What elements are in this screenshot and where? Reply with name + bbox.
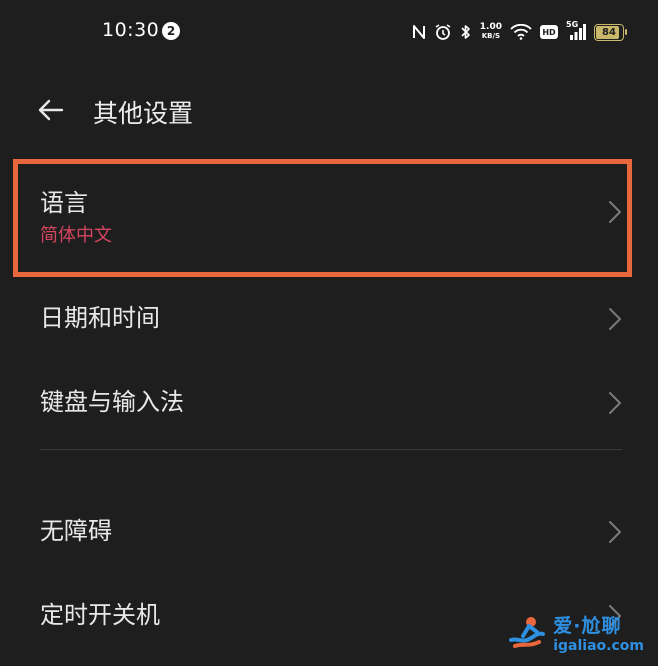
battery-level: 84 [602,26,616,38]
section-divider [40,449,622,450]
signal-icon: 5G [566,20,586,41]
page-title: 其他设置 [93,99,194,128]
watermark-url: igaliao.com [553,638,644,654]
watermark-main-text: 爱·尬聊 [553,615,622,637]
wifi-icon [510,24,532,40]
status-time: 10:30 [102,19,160,41]
arrow-left-icon[interactable] [34,94,66,126]
chevron-right-icon [609,392,621,414]
alarm-icon [434,23,452,41]
bluetooth-icon [460,23,472,41]
chevron-right-icon [609,308,621,330]
hd-badge: HD [540,25,558,39]
list-item-label: 无障碍 [40,517,112,545]
list-item-label: 键盘与输入法 [40,388,184,416]
watermark: 爱·尬聊 igaliao.com [505,610,644,654]
nfc-icon [412,24,426,40]
header: 其他设置 [0,80,658,140]
list-item-label: 日期和时间 [40,304,160,332]
status-bar: 10:30 2 1.00 KB/S HD 5G 84 [0,0,658,64]
net-speed-unit: KB/S [481,32,501,40]
list-item-label: 定时开关机 [40,601,160,629]
net-speed: 1.00 KB/S [480,23,502,41]
list-item-keyboard-input[interactable]: 键盘与输入法 [0,359,658,443]
list-item-label: 语言 [40,189,88,217]
list-item-accessibility[interactable]: 无障碍 [0,488,658,572]
chevron-right-icon [609,521,621,543]
battery-icon: 84 [594,23,627,41]
net-speed-value: 1.00 [479,22,502,32]
chevron-right-icon [609,201,621,223]
notification-badge: 2 [162,22,180,40]
list-item-language[interactable]: 语言 简体中文 [0,160,658,275]
signal-label: 5G [566,20,579,29]
settings-list: 语言 简体中文 日期和时间 键盘与输入法 无障碍 定时开关机 [0,160,658,656]
watermark-logo-icon [509,617,546,648]
list-item-value: 简体中文 [40,225,112,246]
list-item-date-time[interactable]: 日期和时间 [0,275,658,359]
status-icons: 1.00 KB/S HD 5G 84 [412,20,627,44]
